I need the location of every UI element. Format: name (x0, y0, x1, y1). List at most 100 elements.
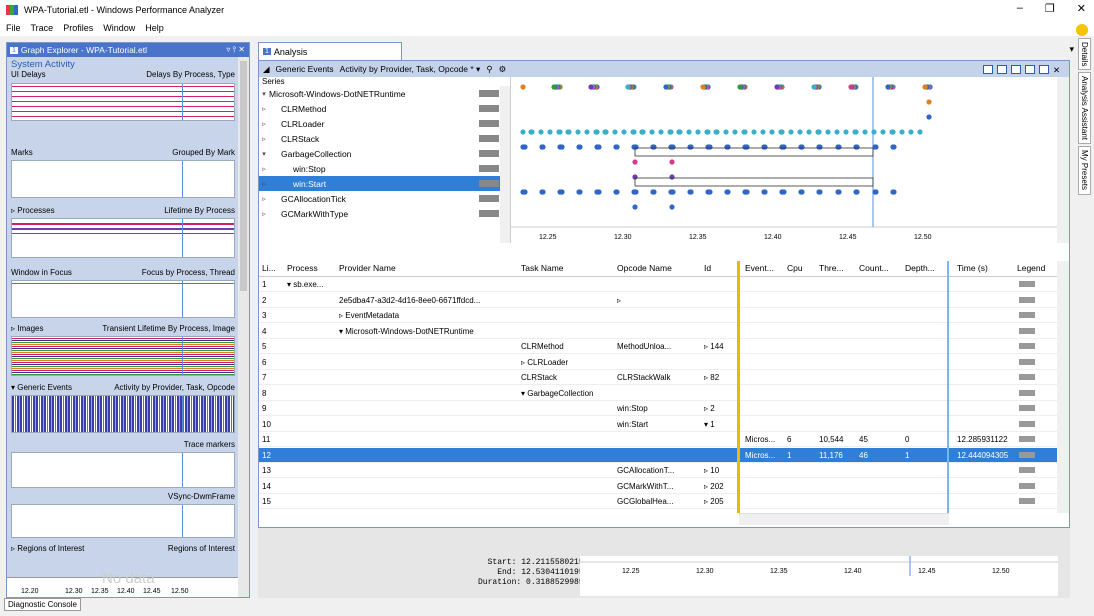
table-row[interactable]: 1 ▾ sb.exe... (259, 277, 1057, 292)
event-marker[interactable] (520, 84, 526, 90)
event-marker[interactable] (700, 84, 706, 90)
graph-scrollbar[interactable] (1057, 77, 1069, 243)
event-marker[interactable] (614, 189, 620, 195)
event-marker[interactable] (922, 84, 928, 90)
expand-icon[interactable]: ▹ (259, 195, 269, 203)
series-row[interactable]: ▾ GarbageCollection (259, 146, 510, 161)
event-marker[interactable] (778, 129, 784, 135)
event-marker[interactable] (899, 129, 905, 135)
event-marker[interactable] (806, 129, 812, 135)
event-marker[interactable] (651, 144, 657, 150)
event-marker[interactable] (880, 129, 886, 135)
event-marker[interactable] (596, 144, 602, 150)
event-marker[interactable] (713, 129, 719, 135)
event-marker[interactable] (843, 129, 849, 135)
side-tab-analysis-assistant[interactable]: Analysis Assistant (1078, 72, 1091, 145)
event-marker[interactable] (520, 129, 526, 135)
system-activity-section[interactable]: System Activity UI Delays Delays By Proce… (7, 59, 239, 80)
table-row[interactable]: 2 2e5dba47-a3d2-4d16-8ee0-6671ffdcd... ▹ (259, 293, 1057, 308)
diagnostic-console-tab[interactable]: Diagnostic Console (4, 598, 81, 611)
col-depth[interactable]: Depth... (905, 263, 935, 273)
event-marker[interactable] (540, 189, 546, 195)
table-row[interactable]: 4 ▾ Microsoft-Windows-DotNETRuntime (259, 324, 1057, 339)
close-button[interactable]: ✕ (1077, 2, 1086, 15)
event-marker[interactable] (797, 129, 803, 135)
series-row[interactable]: ▹ GCMarkWithType (259, 206, 510, 221)
table-row[interactable]: 8 ▾ GarbageCollection (259, 386, 1057, 401)
series-row[interactable]: ▹ win:Stop (259, 161, 510, 176)
restore-button[interactable]: ❐ (1045, 2, 1055, 15)
trace-markers-thumbnail[interactable] (11, 452, 235, 488)
event-marker[interactable] (836, 144, 842, 150)
event-marker[interactable] (707, 144, 713, 150)
event-marker[interactable] (559, 144, 565, 150)
feedback-smiley-icon[interactable] (1076, 24, 1088, 36)
graph-explorer-controls[interactable]: ▿ ⫯ ✕ (226, 45, 245, 55)
event-marker[interactable] (538, 129, 544, 135)
event-marker[interactable] (854, 144, 860, 150)
col-count[interactable]: Count... (859, 263, 889, 273)
event-marker[interactable] (852, 129, 858, 135)
event-marker[interactable] (667, 129, 673, 135)
event-marker[interactable] (799, 144, 805, 150)
event-marker[interactable] (551, 84, 557, 90)
event-marker[interactable] (625, 84, 631, 90)
event-marker[interactable] (725, 189, 731, 195)
event-marker[interactable] (873, 189, 879, 195)
window-focus-thumbnail[interactable] (11, 280, 235, 318)
table-row[interactable]: 6 ▹ CLRLoader (259, 355, 1057, 370)
event-marker[interactable] (688, 144, 694, 150)
pane-dropdown-icon[interactable]: ▾ (1069, 44, 1074, 55)
processes-thumbnail[interactable] (11, 218, 235, 258)
event-marker[interactable] (811, 84, 817, 90)
event-marker[interactable] (917, 129, 923, 135)
event-marker[interactable] (871, 129, 877, 135)
event-marker[interactable] (559, 189, 565, 195)
event-marker[interactable] (741, 129, 747, 135)
series-row[interactable]: ▹ CLRLoader (259, 116, 510, 131)
tab-analysis[interactable]: 1 Analysis (258, 42, 402, 60)
table-row[interactable]: 5 CLRMethod MethodUnloa... ▹ 144 (259, 339, 1057, 354)
event-marker[interactable] (686, 129, 692, 135)
col-time[interactable]: Time (s) (957, 263, 988, 273)
event-marker[interactable] (751, 129, 757, 135)
col-cpu[interactable]: Cpu (787, 263, 803, 273)
event-marker[interactable] (663, 84, 669, 90)
menu-file[interactable]: File (6, 23, 21, 33)
event-marker[interactable] (848, 84, 854, 90)
images-thumbnail[interactable] (11, 336, 235, 376)
timeline-ruler[interactable]: 12.25 12.30 12.35 12.40 12.45 12.50 (580, 556, 1058, 596)
event-marker[interactable] (612, 129, 618, 135)
expand-icon[interactable]: ▹ (259, 210, 269, 218)
event-marker[interactable] (565, 129, 571, 135)
col-id[interactable]: Id (704, 263, 711, 273)
event-marker[interactable] (885, 84, 891, 90)
expand-icon[interactable]: ▹ (259, 105, 269, 113)
event-marker[interactable] (676, 129, 682, 135)
event-marker[interactable] (737, 84, 743, 90)
event-marker[interactable] (633, 189, 639, 195)
col-event[interactable]: Event... (745, 263, 774, 273)
graph-explorer-scrollbar[interactable] (238, 57, 249, 597)
graph-only-view-icon[interactable] (997, 64, 1007, 74)
event-marker[interactable] (836, 189, 842, 195)
event-marker[interactable] (926, 99, 932, 105)
event-marker[interactable] (670, 144, 676, 150)
event-marker[interactable] (788, 129, 794, 135)
table-horizontal-scrollbar[interactable] (739, 513, 949, 525)
collapse-icon[interactable]: ◢ (263, 64, 270, 75)
event-marker[interactable] (774, 84, 780, 90)
vsync-thumbnail[interactable] (11, 504, 235, 538)
event-marker[interactable] (577, 144, 583, 150)
series-row[interactable]: ▹ CLRMethod (259, 101, 510, 116)
table-row[interactable]: 14 GCMarkWithT... ▹ 202 (259, 479, 1057, 494)
event-marker[interactable] (825, 129, 831, 135)
series-row[interactable]: ▹ win:Start (259, 176, 510, 191)
event-marker[interactable] (817, 189, 823, 195)
event-marker[interactable] (762, 189, 768, 195)
event-marker[interactable] (704, 129, 710, 135)
event-marker[interactable] (781, 189, 787, 195)
maximize-view-icon[interactable] (1039, 64, 1049, 74)
event-marker[interactable] (596, 189, 602, 195)
table-row[interactable]: 13 GCAllocationT... ▹ 10 (259, 463, 1057, 478)
